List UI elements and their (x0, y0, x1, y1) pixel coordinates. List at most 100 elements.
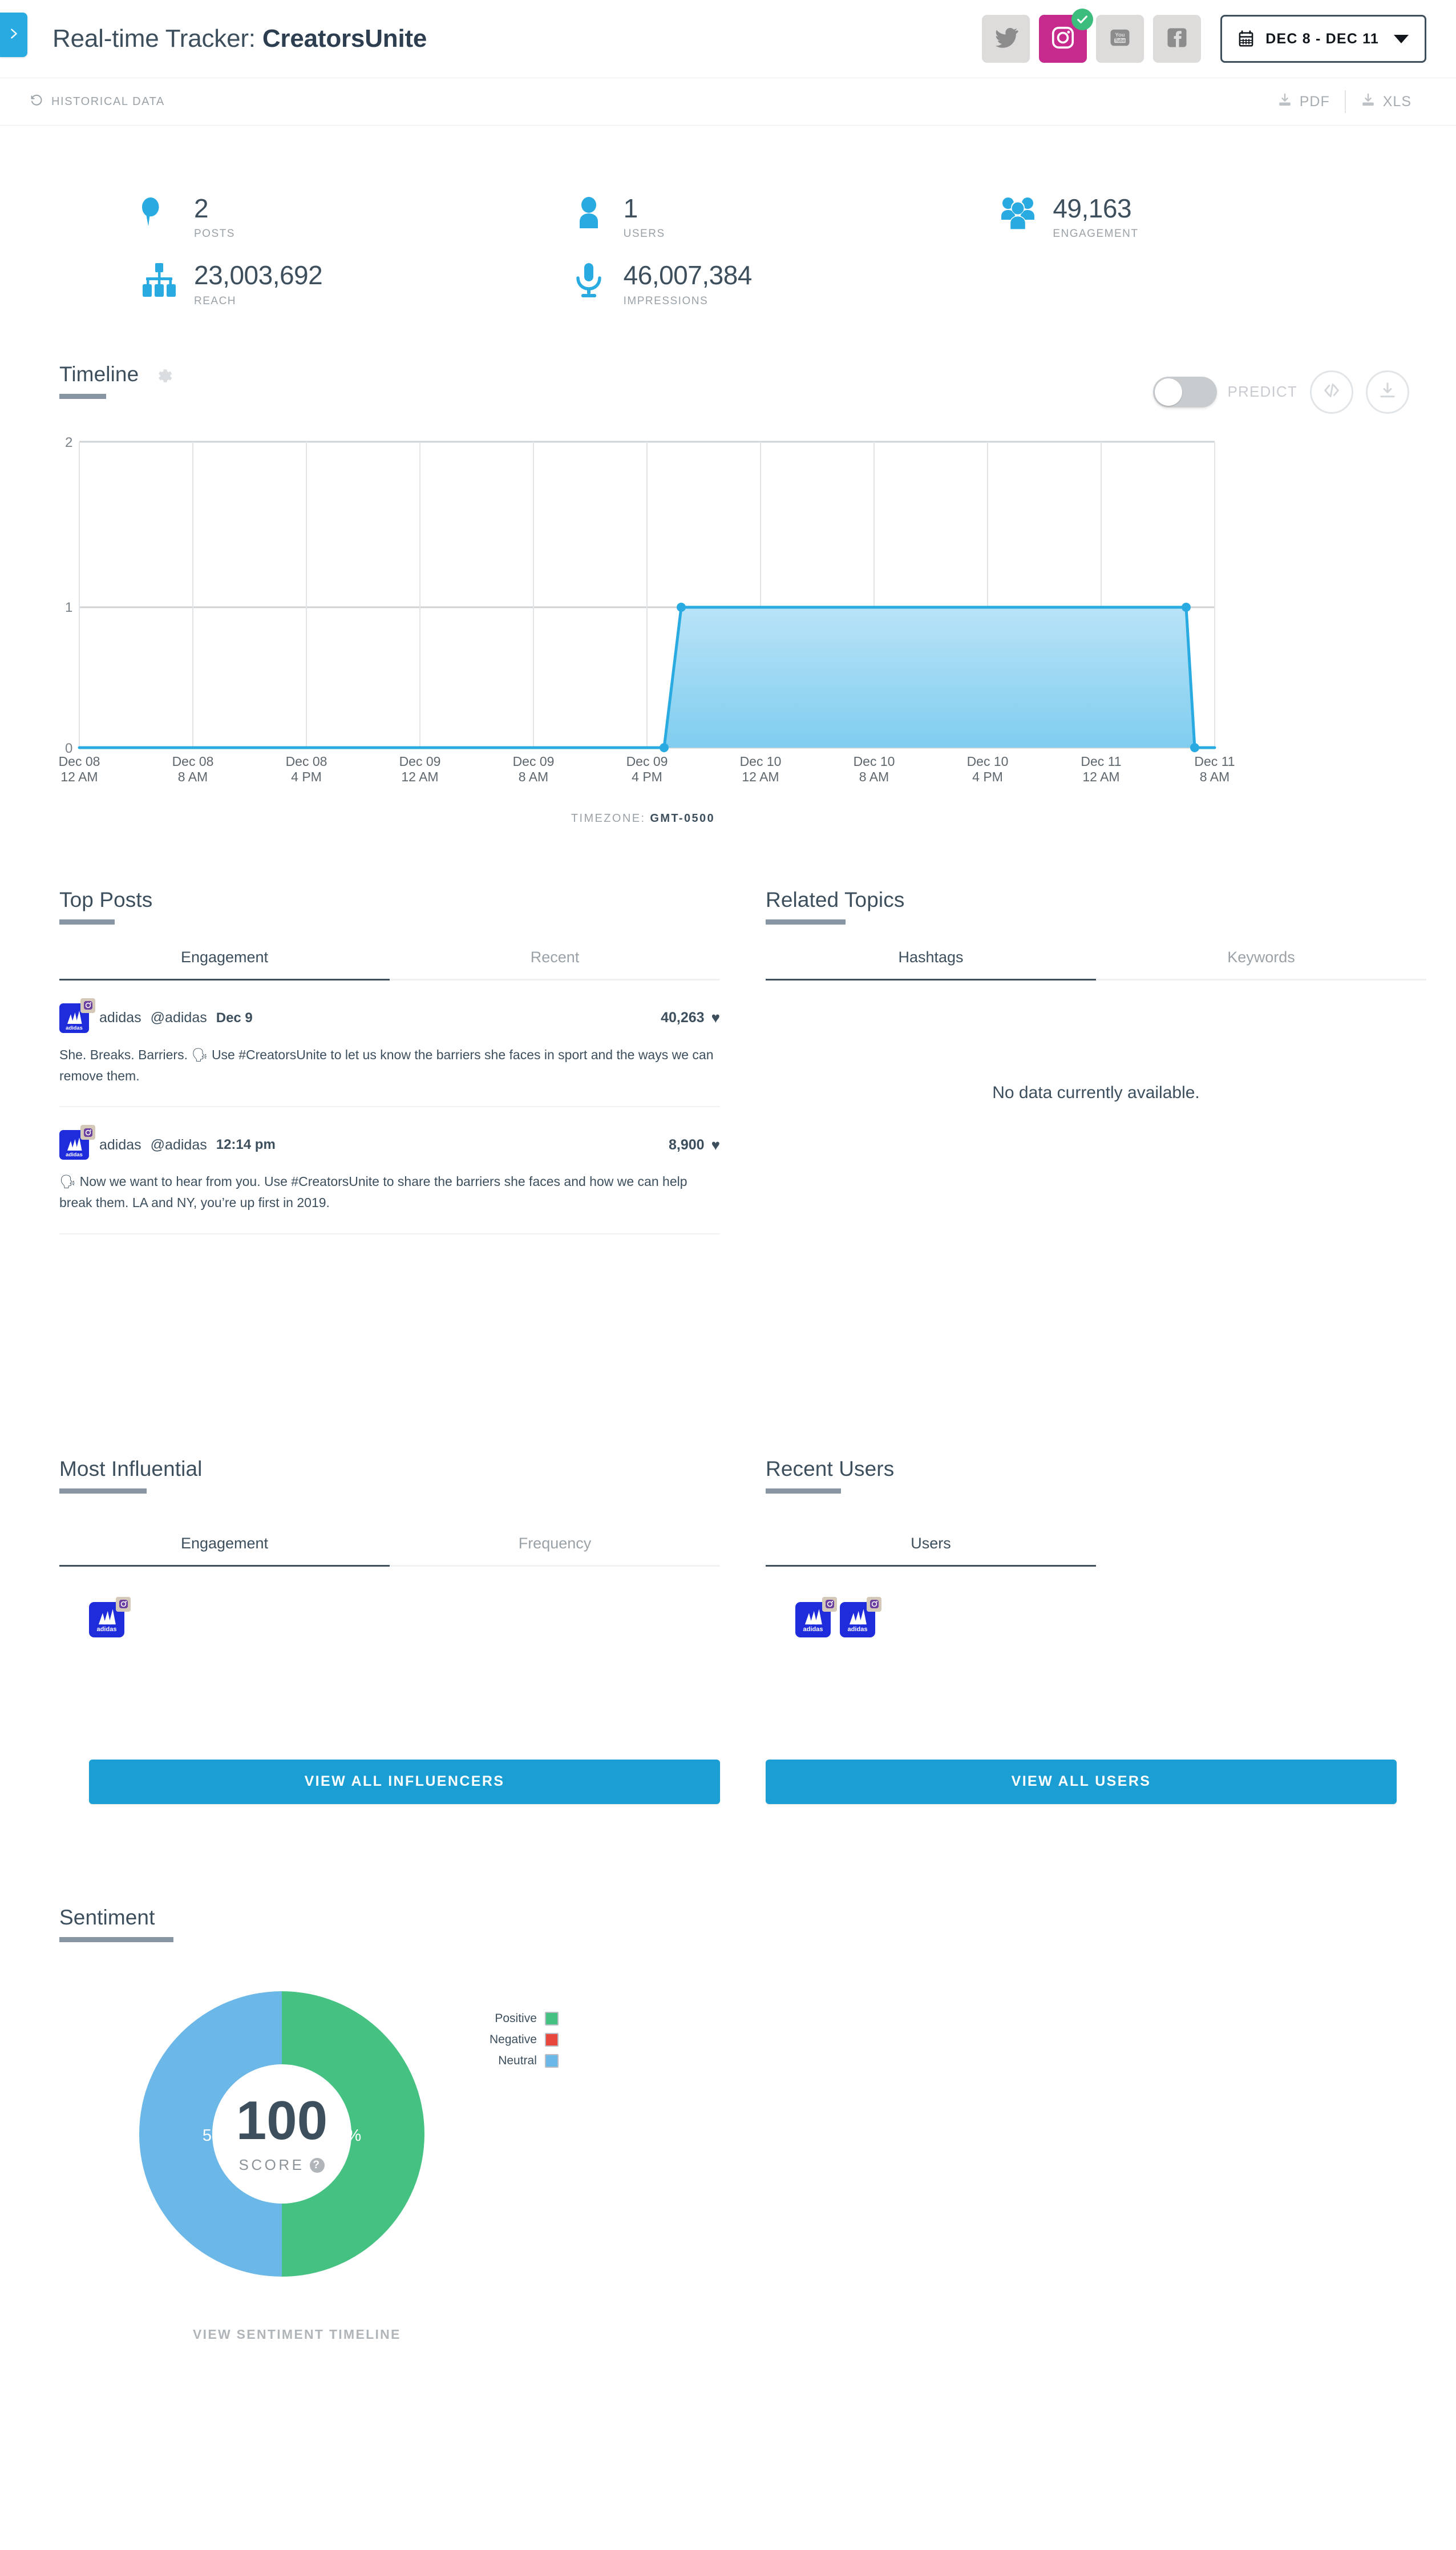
influencers-users-panels: Most Influential Engagement Frequency ad… (30, 1457, 1426, 1637)
export-xls-label: XLS (1382, 93, 1411, 110)
legend-label: Negative (490, 2032, 537, 2046)
timeline-controls: PREDICT (1153, 362, 1409, 414)
recent-users-avatar-list: adidas adidas (766, 1567, 1426, 1637)
avatar[interactable]: adidas (59, 998, 95, 1033)
legend-label: Positive (495, 2011, 537, 2025)
list-item[interactable]: adidas (795, 1596, 837, 1637)
sentiment-donut-svg[interactable]: 50.0% 50.0% (122, 1974, 442, 2294)
export-pdf-button[interactable]: PDF (1263, 92, 1345, 111)
view-all-users-button[interactable]: VIEW ALL USERS (766, 1759, 1397, 1804)
y-tick-1: 1 (65, 600, 72, 615)
date-range-picker[interactable]: DEC 8 - DEC 11 (1220, 15, 1426, 63)
social-filter-youtube[interactable]: You Tube (1096, 15, 1144, 63)
historical-data-button[interactable]: HISTORICAL DATA (30, 93, 165, 110)
stat-label: IMPRESSIONS (623, 294, 709, 307)
tab-hashtags[interactable]: Hashtags (766, 949, 1096, 981)
recent-users-panel: Recent Users Users adidas adidas (766, 1457, 1426, 1637)
toolbar: HISTORICAL DATA PDF XLS (0, 78, 1456, 126)
tab-keywords[interactable]: Keywords (1096, 949, 1426, 979)
youtube-icon: You Tube (1107, 25, 1133, 53)
sentiment-donut-chart: 50.0% 50.0% Positive Negative Neutral 10… (59, 1974, 1426, 2294)
timezone-label: TIMEZONE: (571, 812, 646, 825)
stat-value: 49,163 (1053, 193, 1132, 223)
legend-item-positive[interactable]: Positive (490, 2011, 559, 2026)
post-item[interactable]: adidas adidas @adidas 12:14 pm 8,900 ♥ 🗣… (59, 1107, 720, 1234)
post-item[interactable]: adidas adidas @adidas Dec 9 40,263 ♥ She… (59, 981, 720, 1108)
post-author-name: adidas (99, 1136, 141, 1153)
social-network-filters: You Tube (982, 9, 1202, 63)
related-topics-empty-message: No data currently available. (992, 1083, 1200, 1102)
svg-text:Dec 1112 AM: Dec 11 12 AM (1081, 754, 1121, 784)
timeline-chart: 2 1 0 Dec 08 12 AM Dec 08 8 AM Dec 08 4 … (30, 433, 1426, 825)
related-topics-panel: Related Topics Hashtags Keywords No data… (766, 888, 1426, 1234)
heading-underline (59, 1936, 173, 1942)
top-posts-heading: Top Posts (59, 888, 152, 925)
export-controls: PDF XLS (1263, 90, 1426, 113)
legend-item-neutral[interactable]: Neutral (490, 2053, 559, 2068)
historical-data-label: HISTORICAL DATA (51, 95, 165, 108)
download-icon (1361, 92, 1376, 111)
post-timestamp: Dec 9 (216, 1010, 253, 1026)
view-sentiment-timeline-link[interactable]: VIEW SENTIMENT TIMELINE (59, 2327, 1426, 2342)
most-influential-title: Most Influential (59, 1456, 203, 1480)
tab-engagement[interactable]: Engagement (59, 949, 390, 981)
app-header: Real-time Tracker: CreatorsUnite You Tub… (0, 0, 1456, 78)
page-title: Real-time Tracker: CreatorsUnite (52, 25, 427, 53)
page-title-prefix: Real-time Tracker: (52, 25, 262, 53)
page-title-name: CreatorsUnite (262, 25, 427, 53)
sentiment-title: Sentiment (59, 1905, 155, 1929)
post-metric-value: 8,900 (669, 1136, 705, 1153)
legend-swatch-neutral (544, 2053, 559, 2068)
list-item[interactable]: adidas (89, 1596, 131, 1637)
legend-item-negative[interactable]: Negative (490, 2032, 559, 2047)
svg-text:Dec 0812 AM: Dec 08 12 AM (59, 754, 100, 784)
instagram-icon (867, 1596, 881, 1612)
comment-bubble-icon (138, 193, 180, 235)
stat-label: ENGAGEMENT (1053, 228, 1139, 240)
export-xls-button[interactable]: XLS (1346, 92, 1426, 111)
users-group-icon (997, 193, 1039, 235)
social-filter-instagram[interactable] (1039, 9, 1094, 63)
date-range-label: DEC 8 - DEC 11 (1265, 30, 1379, 47)
heading-underline (59, 919, 115, 925)
social-filter-facebook[interactable] (1153, 15, 1202, 63)
stat-label: USERS (623, 228, 665, 240)
svg-text:Dec 108 AM: Dec 10 8 AM (854, 754, 895, 784)
svg-text:Dec 084 PM: Dec 08 4 PM (286, 754, 327, 784)
sidebar-toggle-button[interactable] (0, 13, 27, 57)
post-text: 🗣 Now we want to hear from you. Use #Cre… (59, 1174, 687, 1211)
stat-users: 1 USERS (568, 193, 997, 240)
tab-users[interactable]: Users (766, 1535, 1096, 1567)
chevron-right-icon (7, 27, 20, 43)
timeline-download-button[interactable] (1366, 370, 1409, 414)
tab-engagement[interactable]: Engagement (59, 1535, 390, 1567)
most-influential-heading: Most Influential (59, 1457, 202, 1494)
svg-text:adidas: adidas (803, 1626, 823, 1633)
donut-label-neutral: 50.0% (203, 2127, 249, 2145)
summary-stats: 2 POSTS 1 USERS 49,163 ENGAGEMENT 23,003… (30, 193, 1426, 308)
predict-toggle[interactable] (1153, 376, 1218, 407)
chart-point (660, 743, 669, 752)
user-icon (568, 193, 610, 235)
stat-label: REACH (194, 294, 237, 307)
legend-label: Neutral (498, 2053, 537, 2067)
heart-icon: ♥ (711, 1009, 720, 1027)
view-all-influencers-button[interactable]: VIEW ALL INFLUENCERS (89, 1759, 720, 1804)
list-item[interactable]: adidas (840, 1596, 881, 1637)
top-posts-title: Top Posts (59, 887, 153, 911)
svg-text:adidas: adidas (97, 1626, 117, 1633)
post-metric-value: 40,263 (661, 1010, 705, 1026)
timeline-chart-svg[interactable]: 2 1 0 Dec 08 12 AM Dec 08 8 AM Dec 08 4 … (59, 433, 1257, 787)
cta-buttons: VIEW ALL INFLUENCERS VIEW ALL USERS (30, 1759, 1426, 1804)
gear-icon[interactable] (155, 367, 174, 386)
stat-engagement: 49,163 ENGAGEMENT (997, 193, 1426, 240)
tab-frequency[interactable]: Frequency (390, 1535, 720, 1565)
avatar[interactable]: adidas (59, 1125, 95, 1160)
tab-recent[interactable]: Recent (390, 949, 720, 979)
social-filter-twitter[interactable] (982, 15, 1030, 63)
embed-code-button[interactable] (1310, 370, 1353, 414)
svg-text:Dec 094 PM: Dec 09 4 PM (626, 754, 668, 784)
timezone-note: TIMEZONE: GMT-0500 (59, 812, 1426, 825)
svg-text:Dec 088 AM: Dec 08 8 AM (172, 754, 214, 784)
post-author-handle: @adidas (150, 1010, 207, 1026)
